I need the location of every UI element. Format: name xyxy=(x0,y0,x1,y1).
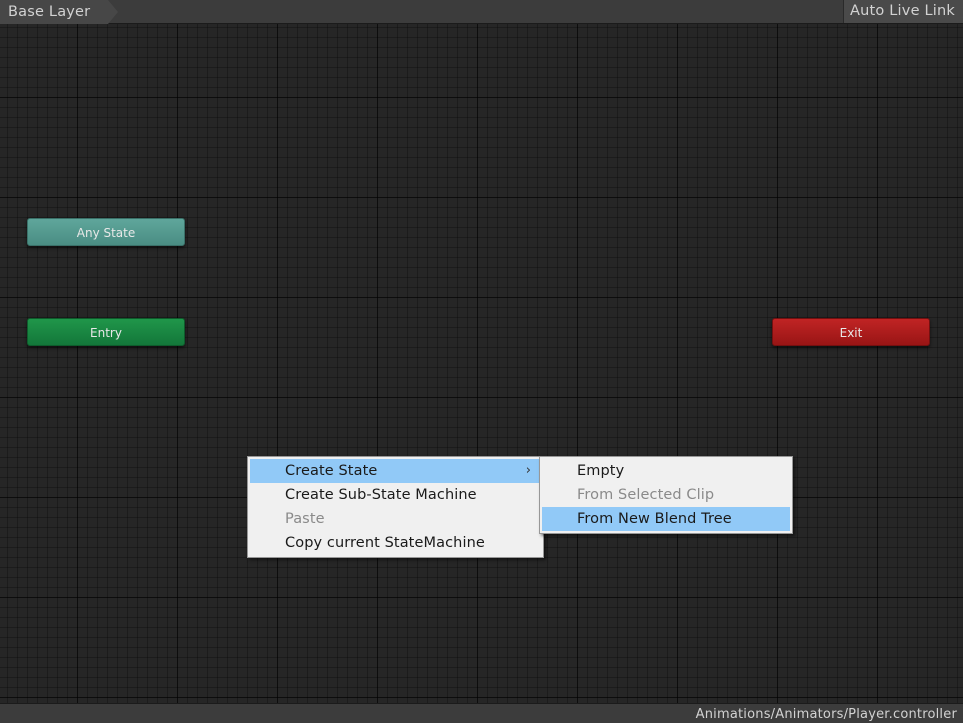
menu-item-label: Empty xyxy=(577,463,625,479)
exit-node[interactable]: Exit xyxy=(772,318,930,346)
entry-node[interactable]: Entry xyxy=(27,318,185,346)
submenu-item-from-selected-clip: From Selected Clip xyxy=(542,483,790,507)
breadcrumb: Base Layer xyxy=(0,0,119,24)
menu-item-label: Paste xyxy=(285,511,325,527)
context-menu: Create State › Create Sub-State Machine … xyxy=(247,456,544,558)
auto-live-link-button[interactable]: Auto Live Link xyxy=(843,0,963,23)
controller-path: Animations/Animators/Player.controller xyxy=(695,707,957,722)
menu-item-create-sub-state-machine[interactable]: Create Sub-State Machine xyxy=(250,483,541,507)
animator-window: Base Layer Auto Live Link Any State Entr… xyxy=(0,0,963,723)
create-state-submenu: Empty From Selected Clip From New Blend … xyxy=(539,456,793,534)
any-state-node[interactable]: Any State xyxy=(27,218,185,246)
submenu-item-empty[interactable]: Empty xyxy=(542,459,790,483)
state-machine-graph[interactable]: Any State Entry Exit xyxy=(0,24,963,703)
status-bar: Animations/Animators/Player.controller xyxy=(0,703,963,723)
menu-item-label: From New Blend Tree xyxy=(577,511,732,527)
chevron-right-icon: › xyxy=(525,463,531,478)
submenu-item-from-new-blend-tree[interactable]: From New Blend Tree xyxy=(542,507,790,531)
menu-item-paste: Paste xyxy=(250,507,541,531)
menu-item-label: Create State xyxy=(285,463,378,479)
menu-item-copy-current-statemachine[interactable]: Copy current StateMachine xyxy=(250,531,541,555)
menu-item-label: From Selected Clip xyxy=(577,487,715,503)
breadcrumb-item-base-layer[interactable]: Base Layer xyxy=(0,0,119,24)
menu-item-label: Create Sub-State Machine xyxy=(285,487,477,503)
menu-item-create-state[interactable]: Create State › xyxy=(250,459,541,483)
toolbar: Base Layer Auto Live Link xyxy=(0,0,963,24)
menu-item-label: Copy current StateMachine xyxy=(285,535,485,551)
